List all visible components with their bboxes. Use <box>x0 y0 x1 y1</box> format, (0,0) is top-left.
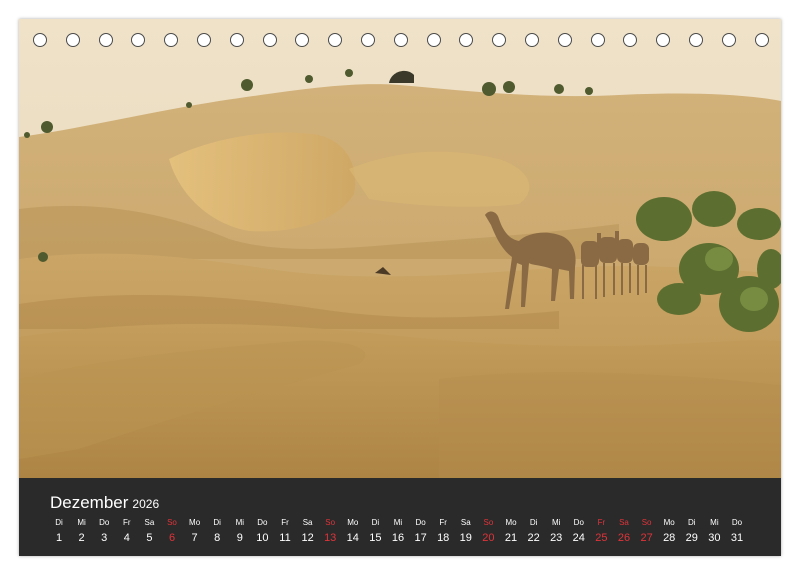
calendar-strip: Dezember 2026 Di 1 Mi 2 Do 3 Fr 4 Sa 5 So 6 Mo 7 Di 8 Mi 9… <box>19 478 781 556</box>
binding-ring <box>557 33 572 47</box>
day-number: 28 <box>663 532 676 544</box>
day-number: 12 <box>301 532 314 544</box>
weekday-label: Mo <box>189 518 201 527</box>
weekday-label: Do <box>731 518 743 527</box>
day-number: 20 <box>482 532 495 544</box>
weekday-label: Fr <box>597 518 606 527</box>
day-number: 8 <box>214 532 221 544</box>
weekday-label: Fr <box>123 518 131 527</box>
desert-dunes-image <box>19 19 781 478</box>
weekday-label: Sa <box>144 518 155 527</box>
binding-ring <box>459 33 474 47</box>
weekday-label: Di <box>688 518 696 527</box>
weekday-label: Sa <box>619 518 629 527</box>
binding-ring <box>164 33 179 47</box>
binding-ring <box>197 33 211 47</box>
binding-ring <box>229 33 244 47</box>
day-number: 25 <box>595 532 608 544</box>
weekday-label: Sa <box>302 518 313 527</box>
day-number: 22 <box>527 532 540 544</box>
weekday-label: Do <box>415 518 426 527</box>
day-number: 1 <box>55 532 63 544</box>
day-number: 7 <box>191 532 198 544</box>
weekday-label: Mi <box>393 518 403 527</box>
month-name: Dezember <box>50 493 129 512</box>
desert-photo <box>19 19 781 478</box>
day-number: 29 <box>685 532 698 544</box>
binding-ring <box>131 33 146 47</box>
weekday-label: Fr <box>281 518 289 527</box>
day-number: 18 <box>437 532 450 544</box>
day-number: 9 <box>236 532 243 544</box>
weekday-label: Do <box>257 518 268 527</box>
binding-ring <box>492 33 507 47</box>
day-number: 13 <box>324 532 337 544</box>
day-number: 6 <box>168 532 176 544</box>
binding-ring <box>623 33 638 47</box>
binding-ring <box>361 33 375 47</box>
binding-ring <box>590 33 605 47</box>
day-number: 14 <box>346 532 359 544</box>
binding-ring <box>33 33 47 47</box>
weekday-label: Di <box>371 518 380 527</box>
day-number: 5 <box>146 532 153 544</box>
day-number: 19 <box>459 532 472 544</box>
day-number: 27 <box>640 532 653 544</box>
weekday-label: So <box>167 518 177 527</box>
weekday-label: Do <box>99 518 110 527</box>
day-number: 2 <box>78 532 85 544</box>
binding-ring <box>721 33 736 47</box>
weekday-label: Di <box>213 518 221 527</box>
weekday-label: Mo <box>347 518 359 527</box>
binding-rings <box>19 33 781 51</box>
weekday-label: Do <box>573 518 584 527</box>
day-number: 11 <box>279 532 291 544</box>
weekday-label: Fr <box>439 518 447 527</box>
calendar-page: Dezember 2026 Di 1 Mi 2 Do 3 Fr 4 Sa 5 So 6 Mo 7 Di 8 Mi 9… <box>19 19 781 556</box>
day-number: 24 <box>572 532 585 544</box>
binding-ring <box>65 33 80 47</box>
weekday-label: Di <box>529 518 538 527</box>
day-number: 21 <box>504 532 518 544</box>
day-number: 10 <box>256 532 269 544</box>
weekday-label: Mo <box>505 518 517 527</box>
binding-ring <box>426 33 441 47</box>
binding-ring <box>295 33 310 47</box>
day-number: 31 <box>730 532 744 544</box>
day-number: 15 <box>369 532 382 544</box>
weekday-label: So <box>483 518 494 527</box>
weekday-label: So <box>325 518 336 527</box>
binding-ring <box>689 33 703 47</box>
calendar-title: Dezember 2026 <box>50 493 159 513</box>
year: 2026 <box>132 497 160 511</box>
binding-ring <box>393 33 408 47</box>
weekday-label: Mi <box>235 518 245 527</box>
day-number: 23 <box>550 532 563 544</box>
day-number: 16 <box>391 532 405 544</box>
binding-ring <box>754 33 769 47</box>
binding-ring <box>656 33 671 47</box>
day-number: 26 <box>617 532 631 544</box>
day-number: 30 <box>708 532 721 544</box>
weekday-label: Sa <box>460 518 471 527</box>
weekday-label: Mi <box>77 518 86 527</box>
weekday-label: So <box>641 518 652 527</box>
day-number: 3 <box>101 532 108 544</box>
weekday-label: Mi <box>551 518 561 527</box>
day-number: 17 <box>414 532 427 544</box>
weekday-label: Mo <box>663 518 675 527</box>
day-number: 4 <box>123 532 130 544</box>
binding-ring <box>525 33 539 47</box>
binding-ring <box>262 33 277 47</box>
binding-ring <box>328 33 343 47</box>
weekday-label: Mi <box>710 518 719 527</box>
binding-ring <box>98 33 113 47</box>
weekday-label: Di <box>55 518 63 527</box>
